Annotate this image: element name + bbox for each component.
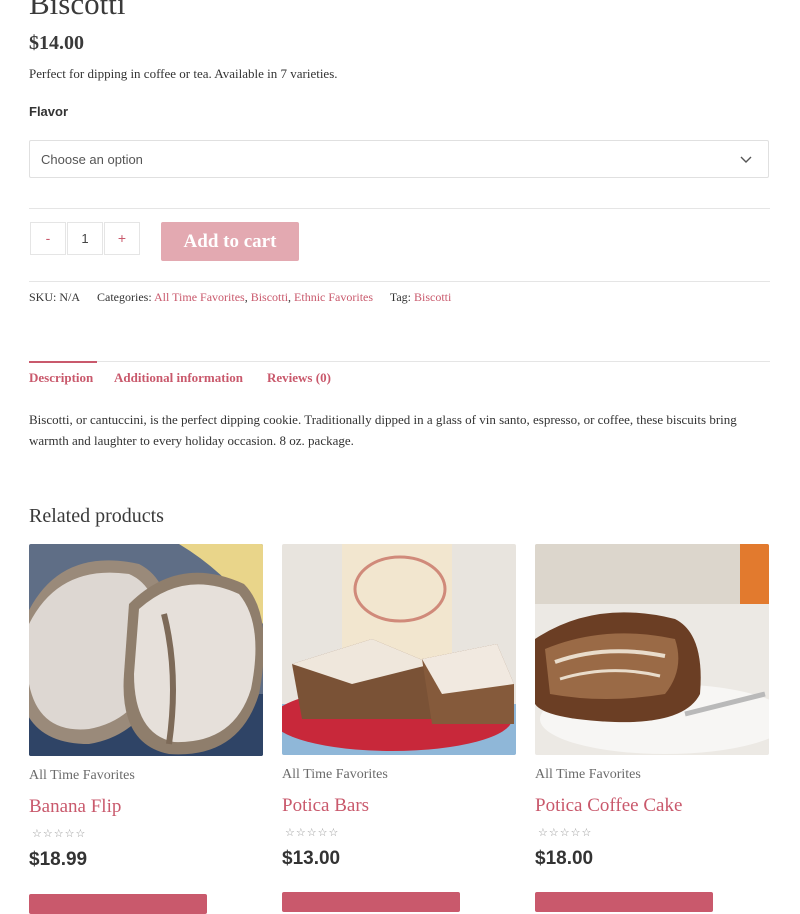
- product-meta: SKU: N/A Categories: All Time Favorites,…: [29, 290, 452, 304]
- product-price: $18.00: [535, 848, 594, 869]
- category-link[interactable]: Ethnic Favorites: [294, 290, 373, 304]
- add-to-cart-button[interactable]: [282, 892, 460, 912]
- chevron-down-icon: [740, 156, 752, 163]
- add-to-cart-button[interactable]: Add to cart: [161, 222, 299, 261]
- related-products-title: Related products: [29, 505, 164, 527]
- description-text: Biscotti, or cantuccini, is the perfect …: [29, 412, 737, 448]
- divider: [29, 281, 770, 282]
- sku-label: SKU:: [29, 290, 57, 304]
- tab-description[interactable]: Description: [29, 370, 93, 386]
- tabs-divider: [29, 361, 770, 362]
- active-tab-indicator: [29, 361, 97, 363]
- product-price: $18.99: [29, 849, 88, 870]
- product-title: Biscotti: [29, 0, 126, 21]
- potica-bars-photo[interactable]: [282, 544, 516, 755]
- flavor-select-value: Choose an option: [41, 152, 143, 167]
- potica-coffee-cake-photo[interactable]: [535, 544, 769, 755]
- sku-value: N/A: [59, 290, 81, 304]
- add-to-cart-button[interactable]: [535, 892, 713, 912]
- add-to-cart-button[interactable]: [29, 894, 207, 914]
- quantity-input[interactable]: 1: [67, 222, 103, 255]
- tag-label: Tag:: [389, 290, 411, 304]
- category-link[interactable]: Biscotti: [251, 290, 288, 304]
- product-name-link[interactable]: Potica Bars: [282, 795, 369, 817]
- star-rating: ☆☆☆☆☆: [285, 827, 340, 839]
- tab-reviews[interactable]: Reviews (0): [267, 370, 331, 386]
- categories-label: Categories:: [97, 290, 152, 304]
- divider: [29, 208, 770, 209]
- product-price: $14.00: [29, 32, 84, 54]
- product-category[interactable]: All Time Favorites: [535, 767, 641, 783]
- tag-link[interactable]: Biscotti: [414, 290, 451, 304]
- quantity-minus-button[interactable]: -: [30, 222, 66, 255]
- short-description: Perfect for dipping in coffee or tea. Av…: [29, 66, 338, 81]
- banana-flip-photo[interactable]: [29, 544, 263, 756]
- product-name-link[interactable]: Potica Coffee Cake: [535, 795, 682, 817]
- star-rating: ☆☆☆☆☆: [538, 827, 593, 839]
- quantity-plus-button[interactable]: +: [104, 222, 140, 255]
- flavor-select[interactable]: Choose an option: [29, 140, 769, 178]
- tab-additional-information[interactable]: Additional information: [114, 370, 243, 386]
- star-rating: ☆☆☆☆☆: [32, 828, 87, 840]
- product-category[interactable]: All Time Favorites: [29, 768, 135, 784]
- product-name-link[interactable]: Banana Flip: [29, 796, 121, 818]
- product-category[interactable]: All Time Favorites: [282, 767, 388, 783]
- category-link[interactable]: All Time Favorites: [154, 290, 245, 304]
- flavor-label: Flavor: [29, 104, 69, 119]
- product-price: $13.00: [282, 848, 341, 869]
